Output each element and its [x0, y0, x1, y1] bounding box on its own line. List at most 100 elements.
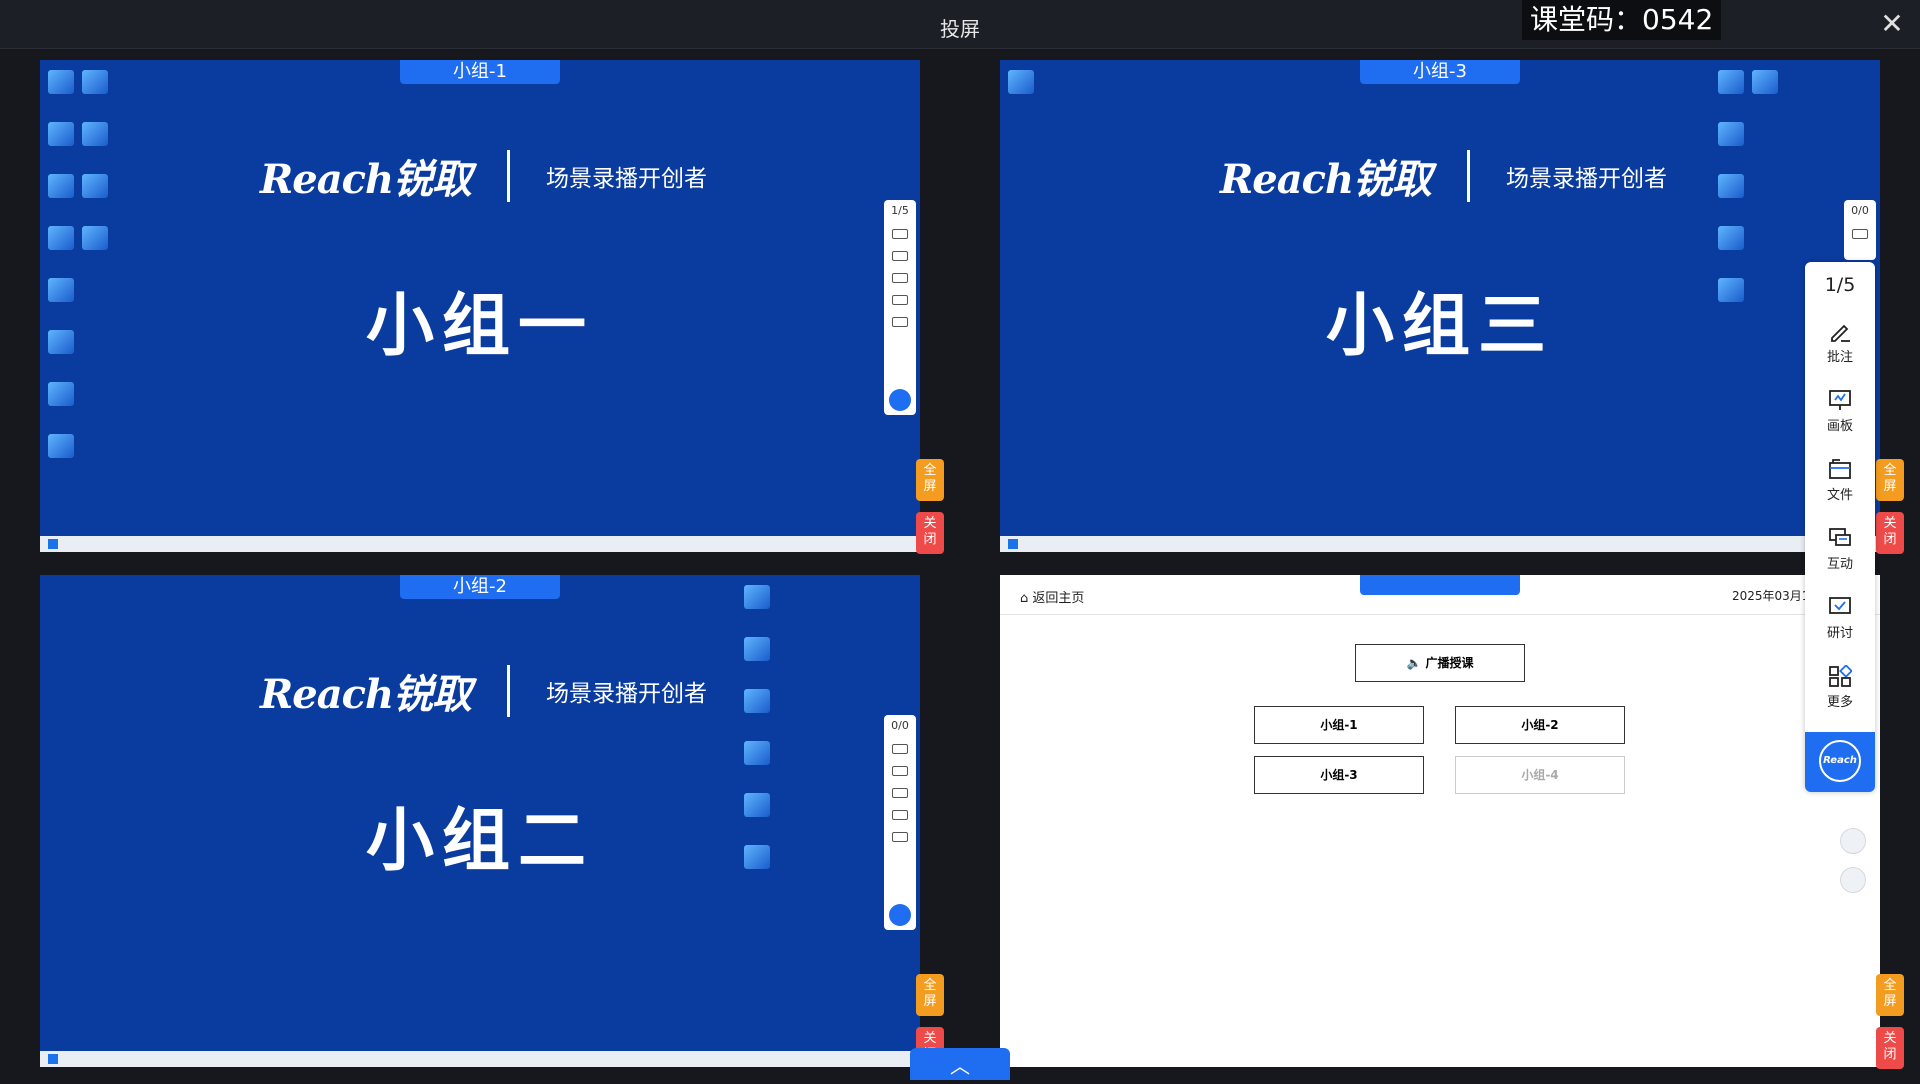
board-icon — [892, 251, 908, 261]
tool-discuss[interactable]: 研讨 — [1805, 596, 1875, 641]
group-tag-blank — [1360, 575, 1520, 595]
slogan: 场景录播开创者 — [546, 166, 708, 192]
taskbar — [1000, 536, 1880, 552]
desktop-app-icon — [48, 70, 74, 94]
tool-label: 批注 — [1826, 350, 1853, 365]
fullscreen-label: 全 屏 — [1883, 978, 1897, 1009]
desktop-app-icon — [48, 434, 74, 458]
desktop-app-icon — [82, 70, 108, 94]
close-label: 关 闭 — [1883, 516, 1897, 547]
brand-row: Reach锐取 场景录播开创者 — [260, 148, 707, 204]
home-link[interactable]: ⌂ 返回主页 — [1020, 587, 1084, 606]
reach-logo: Reach锐取 — [260, 156, 472, 203]
page-count: 1/5 — [891, 204, 909, 217]
close-button-control[interactable]: 关 闭 — [1876, 1027, 1904, 1069]
windows-start-icon — [1008, 539, 1018, 549]
desktop-app-icon — [1718, 122, 1744, 146]
tool-file[interactable]: 文件 — [1805, 458, 1875, 503]
tool-more[interactable]: 更多 — [1805, 665, 1875, 710]
discuss-icon — [1829, 597, 1851, 614]
screen-pane-group-1: 小组-1 Reach锐取 场景录播开创者 小组一 1/5 — [40, 60, 920, 552]
top-bar: 投屏 课堂码：0542 ✕ — [0, 0, 1920, 49]
desktop-app-icon — [48, 174, 74, 198]
desktop-app-icon — [1752, 70, 1778, 94]
tool-label: 文件 — [1826, 488, 1853, 503]
class-code: 课堂码：0542 — [1522, 0, 1722, 40]
annotate-icon — [1852, 229, 1868, 239]
desktop-app-icon — [48, 122, 74, 146]
tool-interact[interactable]: 互动 — [1805, 527, 1875, 572]
desktop-app-icon — [48, 226, 74, 250]
fullscreen-label: 全 屏 — [923, 978, 937, 1009]
folder-icon — [1829, 459, 1851, 479]
reach-logo: Reach锐取 — [1220, 156, 1432, 203]
taskbar — [40, 536, 920, 552]
fullscreen-label: 全 屏 — [923, 463, 937, 494]
group-tag: 小组-2 — [400, 575, 560, 599]
desktop-app-icon — [82, 122, 108, 146]
screen-share-icon[interactable] — [1840, 828, 1866, 854]
board-icon — [892, 766, 908, 776]
group-2-button[interactable]: 小组-2 — [1455, 706, 1625, 744]
reach-menu-button[interactable]: Reach — [1805, 732, 1875, 792]
fullscreen-button-group-2[interactable]: 全 屏 — [916, 974, 944, 1016]
tool-label: 更多 — [1826, 695, 1853, 710]
chat-icon — [1829, 528, 1851, 546]
logo-divider — [1467, 150, 1471, 202]
fullscreen-button-group-3[interactable]: 全 屏 — [1876, 459, 1904, 501]
annotate-icon — [892, 229, 908, 239]
group-tag: 小组-3 — [1360, 60, 1520, 84]
window-icon — [892, 295, 908, 305]
window-icon — [892, 810, 908, 820]
group-tag: 小组-1 — [400, 60, 560, 84]
desktop-icons — [1004, 64, 1074, 116]
screen-pane-group-2: 小组-2 Reach锐取 场景录播开创者 小组二 0/0 — [40, 575, 920, 1067]
more-icon — [892, 832, 908, 842]
desktop-app-icon — [48, 382, 74, 406]
desktop-app-icon — [744, 689, 770, 713]
more-icon — [892, 317, 908, 327]
desktop-app-icon — [1718, 174, 1744, 198]
close-icon[interactable]: ✕ — [1878, 10, 1906, 38]
desktop-app-icon — [82, 226, 108, 250]
screen-pane-group-3: 小组-3 Reach锐取 场景录播开创者 小组三 0/0 — [1000, 60, 1880, 552]
group-title: 小组三 — [1325, 286, 1554, 366]
mini-toolbar: 1/5 — [884, 200, 916, 415]
file-icon — [892, 273, 908, 283]
page-count: 0/0 — [1851, 204, 1869, 217]
check-icon[interactable] — [1840, 867, 1866, 893]
group-1-button[interactable]: 小组-1 — [1254, 706, 1424, 744]
floating-toolbar: 1/5 批注 画板 文件 互动 研讨 更多 Reach — [1805, 262, 1875, 792]
brand-row: Reach锐取 场景录播开创者 — [260, 663, 707, 719]
close-button-group-3[interactable]: 关 闭 — [1876, 512, 1904, 554]
broadcast-button[interactable]: 🔈 广播授课 — [1355, 644, 1525, 682]
date-label: 2025年03月1( — [1732, 589, 1815, 603]
slogan: 场景录播开创者 — [1506, 166, 1668, 192]
group-control-pane: ⌂ 返回主页 2025年03月1( 🔈 广播授课 小组-1 小组-2 小组-3 … — [1000, 575, 1880, 1067]
page-count: 1/5 — [1824, 274, 1856, 296]
logo-divider — [507, 665, 511, 717]
fullscreen-button-control[interactable]: 全 屏 — [1876, 974, 1904, 1016]
reach-ball-icon — [889, 389, 911, 411]
board-icon — [1829, 390, 1851, 410]
tool-label: 画板 — [1826, 419, 1853, 434]
tool-annotate[interactable]: 批注 — [1805, 320, 1875, 365]
chevron-up-icon[interactable]: ︿ — [910, 1048, 1010, 1080]
pen-icon — [1831, 324, 1850, 342]
desktop-app-icon — [1008, 70, 1034, 94]
windows-start-icon — [48, 539, 58, 549]
tool-label: 互动 — [1826, 557, 1853, 572]
tool-board[interactable]: 画板 — [1805, 389, 1875, 434]
reach-logo-icon: Reach — [1819, 740, 1861, 782]
group-3-button[interactable]: 小组-3 — [1254, 756, 1424, 794]
fullscreen-button-group-1[interactable]: 全 屏 — [916, 459, 944, 501]
group-4-button: 小组-4 — [1455, 756, 1625, 794]
desktop-app-icon — [744, 637, 770, 661]
desktop-app-icon — [744, 741, 770, 765]
annotate-icon — [892, 744, 908, 754]
grid-icon — [1829, 665, 1852, 687]
group-title: 小组一 — [365, 286, 594, 366]
close-button-group-1[interactable]: 关 闭 — [916, 512, 944, 554]
logo-divider — [507, 150, 511, 202]
desktop-app-icon — [82, 174, 108, 198]
